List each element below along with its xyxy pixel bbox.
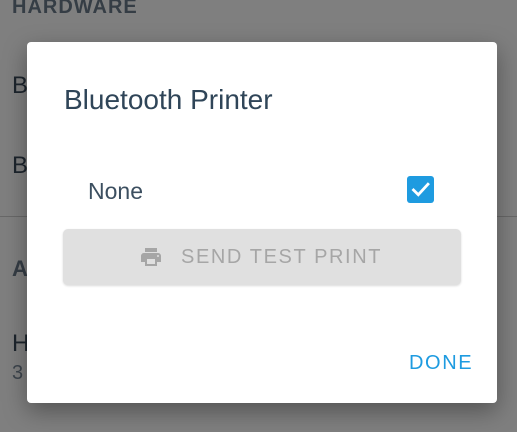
printer-icon xyxy=(141,248,161,266)
checkmark-icon xyxy=(411,182,430,197)
printer-option-checkbox[interactable] xyxy=(407,176,434,203)
bluetooth-printer-dialog: Bluetooth Printer None SEND TEST PRINT D… xyxy=(27,42,497,403)
send-test-print-content: SEND TEST PRINT xyxy=(139,229,382,285)
send-test-print-button[interactable]: SEND TEST PRINT xyxy=(63,229,461,285)
printer-option-none[interactable]: None xyxy=(27,170,497,210)
dialog-title: Bluetooth Printer xyxy=(64,84,273,115)
done-button[interactable]: DONE xyxy=(401,348,481,379)
send-test-print-label: SEND TEST PRINT xyxy=(181,245,383,268)
screen: HARDWARE B B A H 3 Bluetooth Printer Non… xyxy=(0,0,517,432)
printer-option-label: None xyxy=(88,178,143,204)
